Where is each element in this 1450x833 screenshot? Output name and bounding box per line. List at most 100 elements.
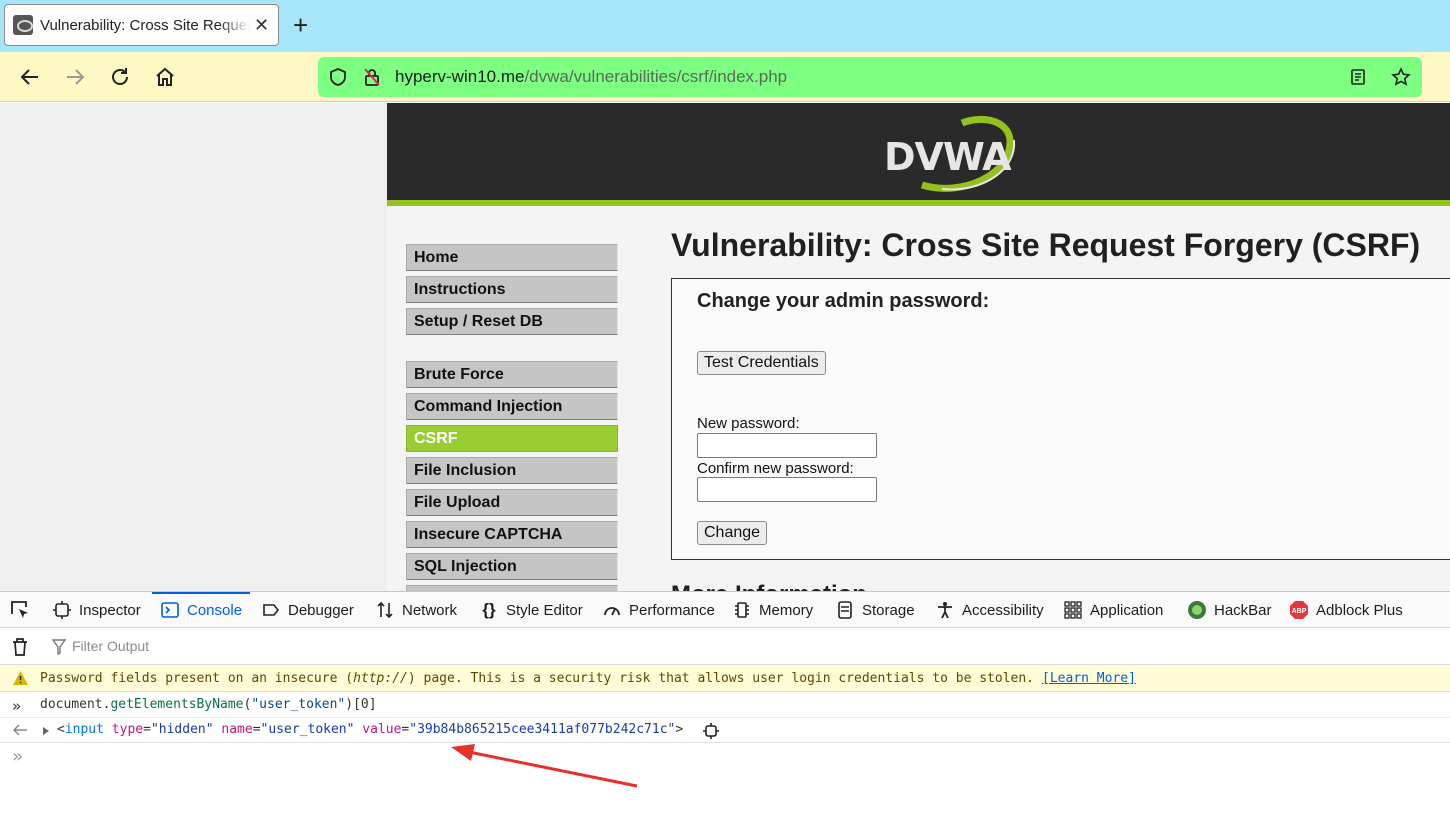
attr-name: name [221,722,253,737]
filter-output-input[interactable]: Filter Output [72,638,149,654]
tab-label: Debugger [288,601,354,619]
home-icon[interactable] [152,64,178,90]
confirm-password-label: Confirm new password: [697,460,854,477]
menu-item-csrf[interactable]: CSRF [406,425,618,452]
menu-item-setup[interactable]: Setup / Reset DB [406,308,618,335]
accessibility-icon [935,600,955,620]
back-icon[interactable] [17,64,43,90]
tab-strip: Vulnerability: Cross Site Request Forger… [0,0,1450,52]
eq: = [252,722,261,737]
dvwa-logo: DVWA [882,115,1022,195]
inspect-node-target-icon[interactable] [703,723,719,743]
network-icon [375,600,395,620]
logo-text: DVWA [884,135,1012,179]
close-tab-icon[interactable]: ✕ [254,15,269,36]
val-type: "hidden" [150,722,214,737]
tab-hackbar[interactable]: HackBar [1187,592,1272,628]
forward-icon[interactable] [62,64,88,90]
menu-item-instructions[interactable]: Instructions [406,276,618,303]
test-credentials-button[interactable]: Test Credentials [697,351,826,375]
tracking-shield-icon[interactable] [327,66,349,88]
menu-item-brute-force[interactable]: Brute Force [406,361,618,388]
tab-adblock-plus[interactable]: ABP Adblock Plus [1289,592,1403,628]
url-path: /dvwa/vulnerabilities/csrf/index.php [524,67,788,86]
console-input-code[interactable]: document.getElementsByName("user_token")… [40,697,377,712]
warning-protocol: http:// [353,671,408,686]
val-name: "user_token" [260,722,355,737]
form-heading: Change your admin password: [697,290,990,312]
menu-item-sql-injection[interactable]: SQL Injection [406,553,618,580]
tab-label: Network [402,601,458,619]
url-bar[interactable]: hyperv-win10.me/dvwa/vulnerabilities/csr… [318,57,1422,97]
debugger-icon [261,600,281,620]
tab-application[interactable]: Application [1063,592,1163,628]
reader-view-icon[interactable] [1347,66,1369,88]
memory-icon [732,600,752,620]
code-function: getElementsByName [110,697,244,712]
expand-triangle-icon[interactable] [42,725,50,740]
devtools-panel: Inspector Console Debugger Network {} St… [0,591,1450,833]
menu-item-command-injection[interactable]: Command Injection [406,393,618,420]
dvwa-header: DVWA [387,103,1450,206]
dvwa-favicon-icon [13,15,33,35]
clear-console-trash-icon[interactable] [11,637,29,662]
page-viewport: DVWA Home Instructions Setup / Reset DB … [0,103,1450,591]
tab-label: Inspector [79,601,141,619]
attr-value: value [362,722,402,737]
tag-close: > [675,722,684,737]
eq: = [143,722,151,737]
bookmark-star-icon[interactable] [1390,66,1412,88]
new-tab-icon[interactable]: + [293,10,308,40]
menu-item-home[interactable]: Home [406,244,618,271]
code-object: document [40,697,103,712]
style-editor-icon: {} [482,600,496,619]
hackbar-icon [1187,600,1207,620]
console-filter-bar: Filter Output [0,629,1450,665]
warning-text: Password fields present on an insecure (… [40,671,1136,686]
tag-open: < [57,722,65,737]
tab-debugger[interactable]: Debugger [261,592,354,628]
more-information-heading: More Information [671,581,867,591]
dvwa-menu: Home Instructions Setup / Reset DB Brute… [406,244,618,591]
menu-item-file-upload[interactable]: File Upload [406,489,618,516]
tab-storage[interactable]: Storage [835,592,915,628]
new-password-label: New password: [697,415,800,432]
devtools-toolbar: Inspector Console Debugger Network {} St… [0,592,1450,628]
confirm-password-field[interactable] [697,477,877,502]
menu-item-file-inclusion[interactable]: File Inclusion [406,457,618,484]
performance-icon [602,600,622,620]
code-index: [0] [353,697,377,712]
url-text: hyperv-win10.me/dvwa/vulnerabilities/csr… [395,67,787,87]
tab-memory[interactable]: Memory [732,592,813,628]
tab-accessibility[interactable]: Accessibility [935,592,1044,628]
tab-performance[interactable]: Performance [602,592,715,628]
annotation-arrow-icon [451,744,638,788]
insecure-lock-icon[interactable] [361,66,383,88]
svg-text:ABP: ABP [1292,608,1307,615]
console-prompt-row[interactable]: » [0,744,1450,774]
tab-style-editor[interactable]: {} Style Editor [479,592,582,628]
learn-more-link[interactable]: [Learn More] [1042,671,1136,686]
tab-inspector[interactable]: Inspector [52,592,141,628]
code-argument: "user_token" [251,697,346,712]
new-password-field[interactable] [697,433,877,458]
console-icon [160,600,180,620]
input-chevron-icon: » [12,697,22,715]
change-button[interactable]: Change [697,521,768,545]
tab-console[interactable]: Console [151,592,251,628]
page-title: Vulnerability: Cross Site Request Forger… [671,227,1421,263]
filter-funnel-icon [51,639,67,660]
tab-title: Vulnerability: Cross Site Request Forger… [40,16,250,34]
tab-network[interactable]: Network [375,592,457,628]
tag-name: input [64,722,104,737]
prompt-chevron-icon: » [12,746,23,767]
warning-text-pre: Password fields present on an insecure ( [40,671,354,686]
warning-icon [12,670,29,690]
menu-item-insecure-captcha[interactable]: Insecure CAPTCHA [406,521,618,548]
tab-label: Performance [629,601,715,619]
tab-label: HackBar [1214,601,1272,619]
element-picker-icon[interactable] [9,592,31,628]
console-output-node[interactable]: <input type="hidden" name="user_token" v… [57,722,683,737]
browser-tab[interactable]: Vulnerability: Cross Site Request Forger… [4,4,279,46]
reload-icon[interactable] [107,64,133,90]
